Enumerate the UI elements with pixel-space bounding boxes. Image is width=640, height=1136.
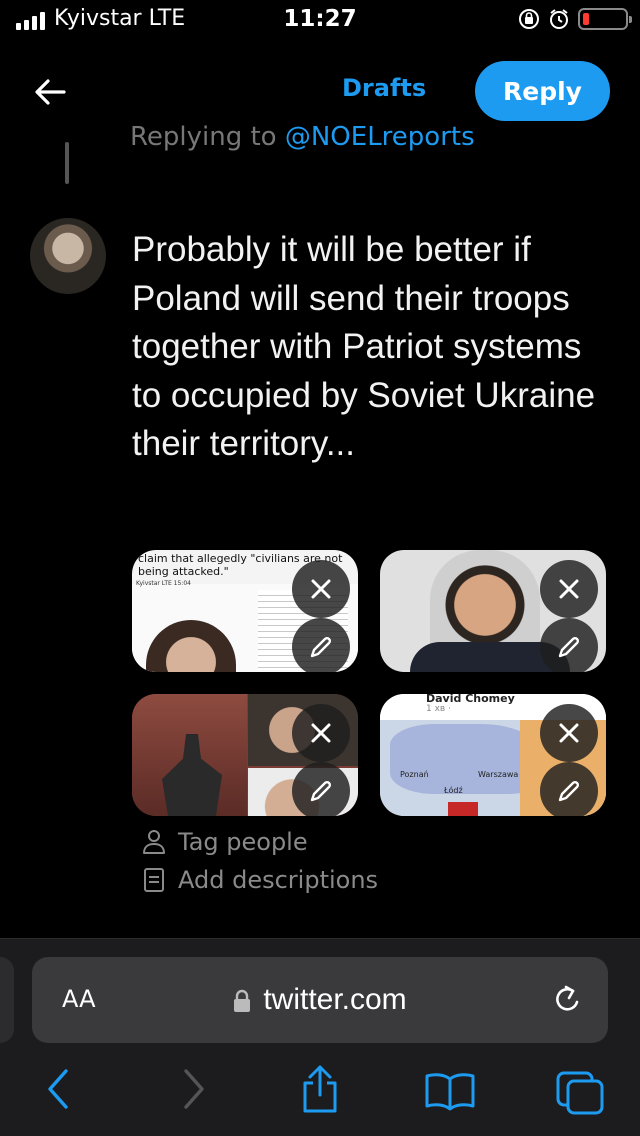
thread-line	[65, 142, 69, 184]
pencil-icon	[558, 636, 580, 658]
remove-media-button[interactable]	[540, 560, 598, 618]
media-thumbnail-1[interactable]: claim that allegedly "civilians are not …	[132, 550, 358, 672]
edit-media-button[interactable]	[540, 762, 598, 816]
add-descriptions-label: Add descriptions	[178, 866, 379, 894]
edit-media-button[interactable]	[540, 618, 598, 672]
forward-icon[interactable]	[178, 1067, 208, 1111]
map-label: Warszawa	[478, 770, 519, 779]
tag-people-label: Tag people	[178, 828, 308, 856]
pencil-icon	[310, 636, 332, 658]
close-icon	[311, 579, 331, 599]
media-thumbnail-3[interactable]	[132, 694, 358, 816]
person-icon	[143, 830, 165, 854]
url-text: twitter.com	[263, 983, 407, 1016]
scrolled-text	[130, 18, 600, 46]
add-descriptions-button[interactable]: Add descriptions	[142, 866, 378, 894]
bookmarks-icon[interactable]	[424, 1071, 476, 1111]
previous-tab-edge[interactable]	[0, 957, 14, 1043]
drafts-button[interactable]: Drafts	[342, 74, 426, 102]
media-thumbnail-2[interactable]	[380, 550, 606, 672]
back-icon[interactable]	[44, 1067, 74, 1111]
pencil-icon	[310, 780, 332, 802]
tag-people-button[interactable]: Tag people	[142, 828, 308, 856]
replying-to-handle[interactable]: @NOELreports	[285, 122, 475, 152]
address-bar[interactable]: AA twitter.com	[32, 957, 608, 1043]
share-icon[interactable]	[298, 1063, 342, 1115]
remove-media-button[interactable]	[292, 560, 350, 618]
close-icon	[311, 723, 331, 743]
remove-media-button[interactable]	[540, 704, 598, 762]
media-phone-status: Kyivstar LTE 15:04	[136, 580, 191, 587]
media-author-meta: 1 хв ·	[426, 704, 451, 714]
back-arrow-icon[interactable]	[30, 72, 70, 112]
media-thumbnail-4[interactable]: David Chomey 1 хв · Poznań Warszawa Łódź	[380, 694, 606, 816]
replying-to-prefix: Replying to	[130, 122, 285, 152]
avatar[interactable]	[30, 218, 106, 294]
document-icon	[144, 868, 164, 892]
map-label: Łódź	[444, 786, 463, 795]
map-label: Poznań	[400, 770, 429, 779]
browser-toolbar: AA twitter.com	[0, 938, 640, 1136]
reply-button[interactable]: Reply	[475, 61, 610, 121]
close-icon	[559, 579, 579, 599]
remove-media-button[interactable]	[292, 704, 350, 762]
edit-media-button[interactable]	[292, 618, 350, 672]
lock-icon	[234, 989, 251, 1013]
replying-to: Replying to @NOELreports	[130, 122, 475, 156]
pencil-icon	[558, 780, 580, 802]
tweet-text-input[interactable]: Probably it will be better if Poland wil…	[132, 226, 612, 469]
tabs-icon[interactable]	[554, 1069, 606, 1117]
reload-icon[interactable]	[552, 983, 584, 1017]
edit-media-button[interactable]	[292, 762, 350, 816]
close-icon	[559, 723, 579, 743]
